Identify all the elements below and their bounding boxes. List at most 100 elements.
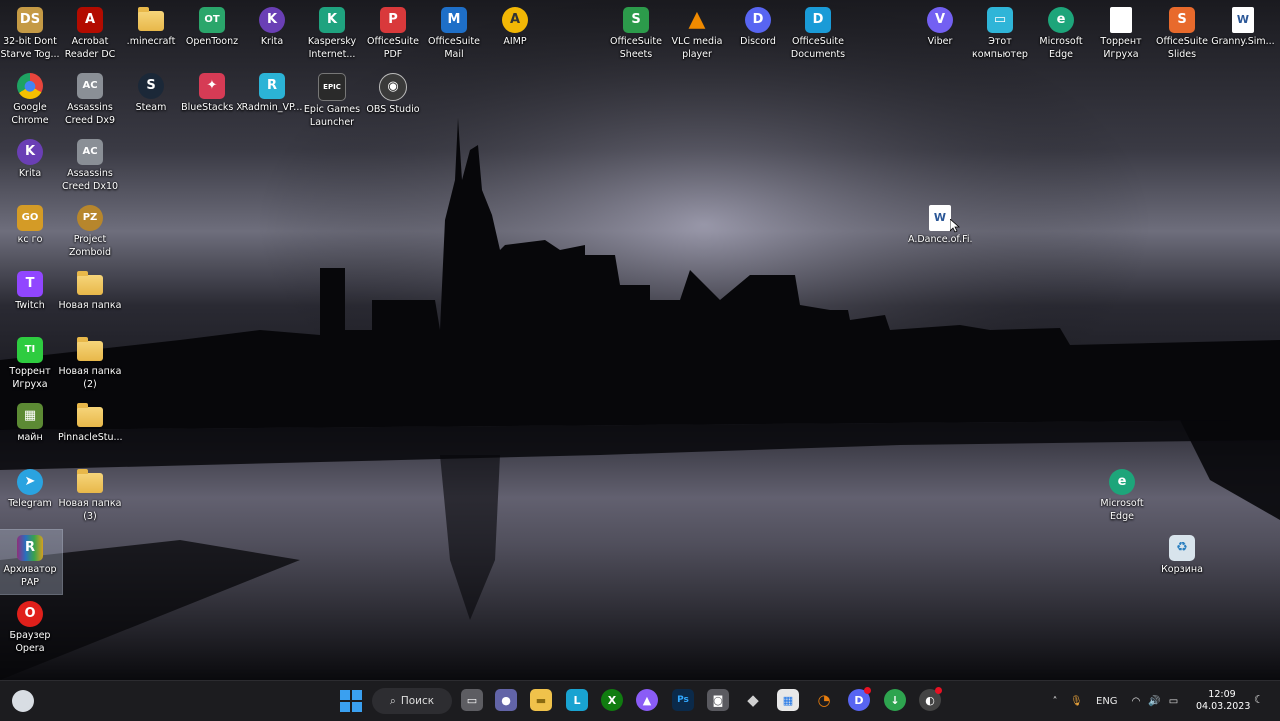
desktop-icon-krita[interactable]: K Krita — [240, 2, 304, 66]
torrent-igruha-icon: TI — [17, 337, 43, 363]
epic-games-icon: EPIC — [318, 73, 346, 101]
desktop-icon-kaspersky[interactable]: K Kaspersky Internet... — [300, 2, 364, 66]
desktop-icon-torrent-igruha[interactable]: TI Торрент Игруха — [0, 332, 62, 396]
csgo-icon: GO — [17, 205, 43, 231]
teams-chat-icon[interactable]: ● — [495, 689, 517, 711]
wifi-icon[interactable]: ◠ — [1132, 696, 1141, 707]
discord-icon: D — [745, 7, 771, 33]
icon-label: AIMP — [503, 36, 527, 47]
notification-dot-icon — [935, 687, 942, 694]
desktop-icon-radmin-vpn[interactable]: R Radmin_VP... — [240, 68, 304, 132]
l-app-icon[interactable]: L — [566, 689, 588, 711]
icon-label: Microsoft Edge — [1100, 498, 1144, 522]
desktop-icon-minecraft-folder[interactable]: .minecraft — [119, 2, 183, 66]
chevron-up-icon[interactable]: ˄ — [1048, 696, 1062, 707]
twitch-icon: T — [17, 271, 43, 297]
desktop-icon-officesuite-sheets[interactable]: S OfficeSuite Sheets — [604, 2, 668, 66]
notification-moon-icon[interactable]: ☾ — [1254, 693, 1264, 706]
mouse-cursor-icon — [950, 219, 960, 233]
dont-starve-icon: DS — [17, 7, 43, 33]
desktop-icon-new-folder-2[interactable]: Новая папка (2) — [58, 332, 122, 396]
icon-label: Торрент Игруха — [9, 366, 51, 390]
icon-label: Google Chrome — [11, 102, 49, 126]
desktop-icon-officesuite-pdf[interactable]: P OfficeSuite PDF — [361, 2, 425, 66]
opentoonz-icon: OT — [199, 7, 225, 33]
system-tray: ˄ 🎙 ENG ◠ 🔊 ▭ — [1048, 681, 1179, 721]
photoshop-icon[interactable]: Ps — [672, 689, 694, 711]
desktop-icon-edge[interactable]: e Microsoft Edge — [1029, 2, 1093, 66]
desktop-icon-obs[interactable]: ◉ OBS Studio — [361, 68, 425, 132]
icon-label: Krita — [260, 36, 284, 47]
desktop-icon-opera[interactable]: O Браузер Opera — [0, 596, 62, 660]
blender-icon[interactable]: ◔ — [813, 689, 835, 711]
desktop-icon-twitch[interactable]: T Twitch — [0, 266, 62, 330]
desktop-icon-new-folder[interactable]: Новая папка — [58, 266, 122, 330]
weather-widget-icon[interactable] — [12, 690, 34, 712]
battery-icon[interactable]: ▭ — [1169, 696, 1178, 707]
desktop-icon-granny-doc[interactable]: W Granny.Sim... — [1211, 2, 1275, 66]
file-explorer-icon[interactable]: ▬ — [530, 689, 552, 711]
desktop-icon-steam[interactable]: S Steam — [119, 68, 183, 132]
icon-label: Krita — [18, 168, 42, 179]
desktop-icon-acrobat[interactable]: A Acrobat Reader DC — [58, 2, 122, 66]
desktop-icon-assassins-creed-dx10[interactable]: AC Assassins Creed Dx10 — [58, 134, 122, 198]
edge-icon: e — [1048, 7, 1074, 33]
desktop-icon-new-folder-3[interactable]: Новая папка (3) — [58, 464, 122, 528]
desktop-icon-torrent-igruha-doc[interactable]: Торрент Игруха — [1089, 2, 1153, 66]
microphone-icon[interactable]: 🎙 — [1070, 696, 1084, 707]
camera-icon[interactable]: ◙ — [707, 689, 729, 711]
search-icon: ⌕ — [389, 694, 396, 707]
start-button[interactable] — [340, 690, 362, 712]
microsoft-store-icon[interactable]: ▦ — [777, 689, 799, 711]
desktop-icon-chrome[interactable]: ● Google Chrome — [0, 68, 62, 132]
icon-label: Viber — [927, 36, 953, 47]
desktop-icon-opentoonz[interactable]: OT OpenToonz — [180, 2, 244, 66]
desktop-icon-officesuite-mail[interactable]: M OfficeSuite Mail — [422, 2, 486, 66]
steam-icon: S — [138, 73, 164, 99]
taskbar-search-button[interactable]: ⌕ Поиск — [372, 688, 452, 714]
icon-label: OfficeSuite Sheets — [610, 36, 662, 60]
desktop-icon-csgo[interactable]: GO кс го — [0, 200, 62, 264]
xbox-icon[interactable]: X — [601, 689, 623, 711]
desktop-icon-aimp[interactable]: A AIMP — [483, 2, 547, 66]
desktop-icon-minecraft[interactable]: ▦ майн — [0, 398, 62, 462]
folder-icon — [77, 469, 103, 493]
icon-label: OfficeSuite Documents — [790, 36, 846, 60]
desktop-icon-telegram[interactable]: ➤ Telegram — [0, 464, 62, 528]
desktop-icon-recycle-bin[interactable]: ♻ Корзина — [1150, 530, 1214, 594]
language-indicator[interactable]: ENG — [1096, 696, 1118, 707]
icon-label: Assassins Creed Dx9 — [64, 102, 116, 126]
desktop-icon-epic-games[interactable]: EPIC Epic Games Launcher — [300, 68, 364, 132]
icon-label: Twitch — [15, 300, 45, 311]
desktop-icon-dance-of-fire-doc[interactable]: W A.Dance.of.Fi... — [908, 200, 972, 264]
desktop-icon-project-zomboid[interactable]: PZ Project Zomboid — [58, 200, 122, 264]
minecraft-icon: ▦ — [17, 403, 43, 429]
green-download-icon[interactable]: ↓ — [884, 689, 906, 711]
task-view-icon[interactable]: ▭ — [461, 689, 483, 711]
desktop-icon-officesuite-documents[interactable]: D OfficeSuite Documents — [786, 2, 850, 66]
viber-icon: V — [927, 7, 953, 33]
desktop-icon-edge-2[interactable]: e Microsoft Edge — [1090, 464, 1154, 528]
desktop-icon-officesuite-slides[interactable]: S OfficeSuite Slides — [1150, 2, 1214, 66]
desktop-icon-viber[interactable]: V Viber — [908, 2, 972, 66]
folder-icon — [77, 403, 103, 427]
desktop-icon-pinnacle-folder[interactable]: PinnacleStu... — [58, 398, 122, 462]
desktop-icon-bluestacks[interactable]: ✦ BlueStacks X — [180, 68, 244, 132]
officesuite-pdf-icon: P — [380, 7, 406, 33]
desktop-icon-assassins-creed-dx9[interactable]: AC Assassins Creed Dx9 — [58, 68, 122, 132]
officesuite-sheets-icon: S — [623, 7, 649, 33]
volume-icon[interactable]: 🔊 — [1148, 696, 1160, 707]
icon-label: майн — [17, 432, 43, 443]
roblox-icon[interactable]: ◆ — [742, 689, 764, 711]
radmin-vpn-icon: R — [259, 73, 285, 99]
purple-app-icon[interactable]: ▲ — [636, 689, 658, 711]
desktop-icon-vlc[interactable]: ▲ VLC media player — [665, 2, 729, 66]
desktop-icon-dont-starve[interactable]: DS 32-bit Dont Starve Tog... — [0, 2, 62, 66]
desktop-icon-this-pc[interactable]: ▭ Этот компьютер — [968, 2, 1032, 66]
system-clock[interactable]: 12:09 04.03.2023 — [1196, 689, 1250, 713]
icon-label: Корзина — [1161, 564, 1203, 575]
desktop-icon-krita-2[interactable]: K Krita — [0, 134, 62, 198]
desktop-icon-discord[interactable]: D Discord — [726, 2, 790, 66]
icon-label: .minecraft — [126, 36, 176, 47]
desktop-icon-winrar[interactable]: R Архиватор РАР — [0, 529, 63, 595]
